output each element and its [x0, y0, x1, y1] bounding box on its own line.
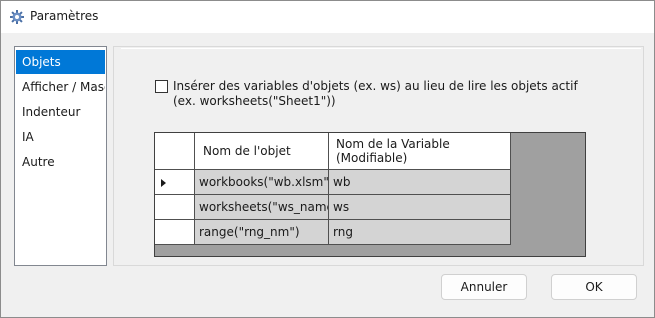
- row-header[interactable]: [155, 170, 195, 195]
- row-header[interactable]: [155, 220, 195, 245]
- column-header-variable-line1: Nom de la Variable: [336, 137, 450, 151]
- insert-variables-label[interactable]: Insérer des variables d'objets (ex. ws) …: [173, 79, 578, 93]
- grid-corner: [155, 133, 195, 170]
- cancel-button[interactable]: Annuler: [441, 274, 527, 300]
- settings-dialog: Paramètres Objets Afficher / Masquer Ind…: [0, 0, 655, 318]
- column-header-variable[interactable]: Nom de la Variable (Modifiable): [329, 133, 511, 170]
- cell-variable-name[interactable]: rng: [329, 220, 511, 245]
- nav-item-indenteur[interactable]: Indenteur: [16, 100, 105, 124]
- cell-object-name[interactable]: workbooks("wb.xlsm"): [195, 170, 329, 195]
- cell-variable-name[interactable]: ws: [329, 195, 511, 220]
- variables-grid[interactable]: Nom de l'objet Nom de la Variable (Modif…: [154, 132, 586, 257]
- cell-variable-name[interactable]: wb: [329, 170, 511, 195]
- category-list[interactable]: Objets Afficher / Masquer Indenteur IA A…: [14, 46, 107, 266]
- window-title: Paramètres: [30, 9, 99, 23]
- nav-item-autre[interactable]: Autre: [16, 150, 105, 174]
- cell-object-name[interactable]: worksheets("ws_name"): [195, 195, 329, 220]
- ok-button[interactable]: OK: [551, 274, 637, 300]
- insert-variables-example: (ex. worksheets("Sheet1")): [173, 94, 336, 108]
- cell-object-name[interactable]: range("rng_nm"): [195, 220, 329, 245]
- insert-variables-checkbox[interactable]: [155, 80, 168, 93]
- nav-item-ia[interactable]: IA: [16, 125, 105, 149]
- gear-icon: [10, 10, 24, 24]
- panel-divider: [121, 48, 641, 49]
- current-row-arrow-icon: [161, 179, 166, 187]
- column-header-variable-line2: (Modifiable): [336, 151, 408, 165]
- column-header-object[interactable]: Nom de l'objet: [195, 133, 329, 170]
- row-header[interactable]: [155, 195, 195, 220]
- nav-item-afficher-masquer[interactable]: Afficher / Masquer: [16, 75, 105, 99]
- nav-item-objets[interactable]: Objets: [16, 50, 105, 74]
- title-bar: Paramètres: [1, 1, 654, 33]
